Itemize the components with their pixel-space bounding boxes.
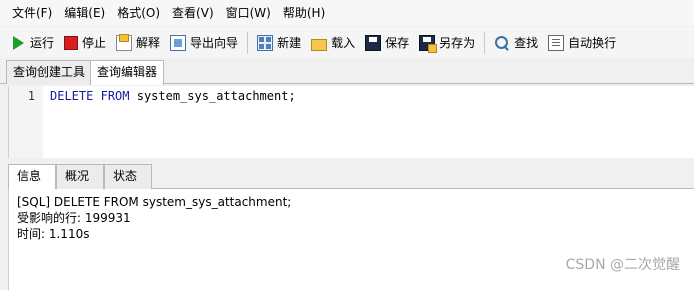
result-tabs: 信息 概况 状态 <box>8 164 694 190</box>
sql-keyword-from: FROM <box>100 89 130 103</box>
save-as-label: 另存为 <box>439 36 476 50</box>
result-panel: [SQL] DELETE FROM system_sys_attachment;… <box>8 189 694 290</box>
word-wrap-icon <box>548 34 565 51</box>
save-icon <box>365 34 382 51</box>
menu-bar: 文件(F) 编辑(E) 格式(O) 查看(V) 窗口(W) 帮助(H) <box>0 0 694 26</box>
tab-status[interactable]: 状态 <box>104 164 152 189</box>
tab-query-builder[interactable]: 查询创建工具 <box>6 60 93 84</box>
sql-code-line[interactable]: DELETE FROM system_sys_attachment; <box>50 89 296 103</box>
explain-label: 解释 <box>136 36 161 50</box>
menu-view[interactable]: 查看(V) <box>166 2 220 24</box>
menu-window[interactable]: 窗口(W) <box>220 2 277 24</box>
sql-editor[interactable]: 1 DELETE FROM system_sys_attachment; <box>8 86 694 158</box>
sql-keyword-delete: DELETE <box>50 89 94 103</box>
menu-format[interactable]: 格式(O) <box>111 2 166 24</box>
tab-query-editor[interactable]: 查询编辑器 <box>90 60 165 85</box>
save-as-icon <box>419 34 438 53</box>
toolbar-separator <box>247 31 249 54</box>
find-label: 查找 <box>514 36 539 50</box>
new-query-icon <box>257 34 274 51</box>
export-wizard-label: 导出向导 <box>190 36 239 50</box>
word-wrap-label: 自动换行 <box>568 36 617 50</box>
save-as-button[interactable]: 另存为 <box>415 31 479 55</box>
watermark: CSDN @二次觉醒 <box>565 257 680 273</box>
sql-table-name: system_sys_attachment; <box>129 89 296 103</box>
run-button[interactable]: 运行 <box>6 31 58 55</box>
export-icon <box>170 34 187 51</box>
line-number-gutter: 1 <box>9 86 43 158</box>
menu-edit[interactable]: 编辑(E) <box>58 2 111 24</box>
result-time: 时间: 1.110s <box>17 227 90 241</box>
search-icon <box>494 35 510 51</box>
stop-icon <box>64 35 79 50</box>
save-label: 保存 <box>385 36 410 50</box>
stop-button[interactable]: 停止 <box>60 31 110 55</box>
toolbar: 运行 停止 解释 导出向导 新建 载入 保存 另存为 查找 自动换行 <box>0 27 694 58</box>
editor-tabs: 查询创建工具 查询编辑器 <box>0 60 694 85</box>
load-label: 载入 <box>331 36 356 50</box>
word-wrap-button[interactable]: 自动换行 <box>544 31 620 55</box>
menu-file[interactable]: 文件(F) <box>6 2 58 24</box>
tab-message[interactable]: 信息 <box>8 164 56 190</box>
line-number: 1 <box>27 89 35 103</box>
menu-help[interactable]: 帮助(H) <box>277 2 331 24</box>
toolbar-separator <box>484 31 486 54</box>
result-sql-line: [SQL] DELETE FROM system_sys_attachment; <box>17 195 292 209</box>
tab-profile[interactable]: 概况 <box>56 164 104 189</box>
explain-icon <box>116 33 133 51</box>
new-label: 新建 <box>277 36 302 50</box>
new-button[interactable]: 新建 <box>253 31 305 55</box>
export-wizard-button[interactable]: 导出向导 <box>166 31 242 55</box>
result-affected-rows: 受影响的行: 199931 <box>17 211 131 225</box>
run-label: 运行 <box>30 36 55 50</box>
play-icon <box>10 35 26 51</box>
folder-icon <box>311 38 328 51</box>
load-button[interactable]: 载入 <box>307 31 359 55</box>
find-button[interactable]: 查找 <box>490 31 542 55</box>
stop-label: 停止 <box>82 36 107 50</box>
save-button[interactable]: 保存 <box>361 31 413 55</box>
explain-button[interactable]: 解释 <box>112 31 164 55</box>
